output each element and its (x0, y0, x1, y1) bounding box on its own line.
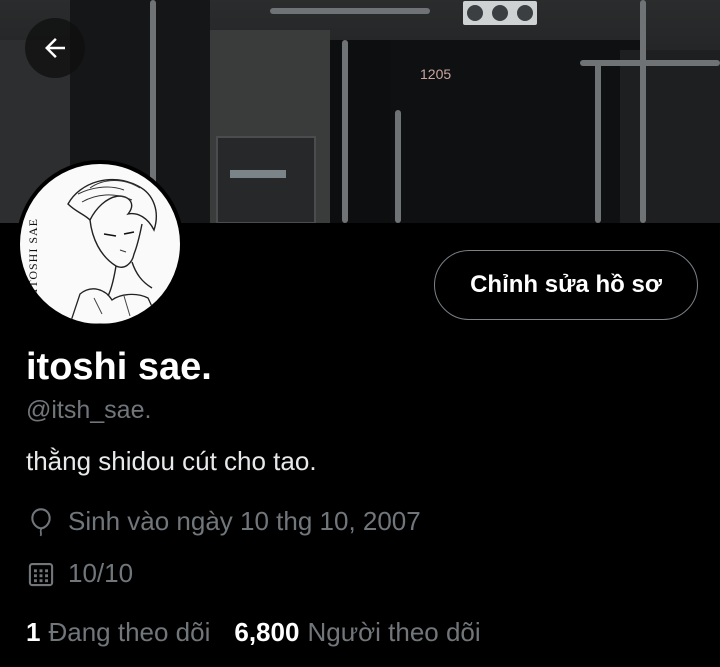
avatar[interactable]: ITOSHI SAE (16, 160, 184, 328)
avatar-signature: ITOSHI SAE (26, 218, 40, 293)
followers-count: 6,800 (234, 617, 300, 647)
balloon-icon (26, 507, 56, 537)
transit-poster (216, 136, 316, 223)
transit-signs (463, 1, 537, 25)
calendar-icon (26, 559, 56, 589)
followers-link[interactable]: 6,800 Người theo dõi (234, 617, 480, 648)
avatar-image: ITOSHI SAE (20, 164, 180, 324)
bio: thằng shidou cút cho tao. (26, 446, 317, 476)
user-handle: @itsh_sae. (26, 396, 152, 424)
edit-profile-button[interactable]: Chỉnh sửa hồ sơ (434, 250, 698, 320)
arrow-left-icon (45, 38, 65, 58)
bus-number: 1205 (420, 66, 452, 82)
back-button[interactable] (25, 18, 85, 78)
display-name: itoshi sae. (26, 346, 212, 388)
follow-stats: 1 Đang theo dõi 6,800 Người theo dõi (26, 617, 481, 648)
joined-text: 10/10 (68, 558, 134, 588)
following-label: Đang theo dõi (48, 617, 211, 647)
followers-label: Người theo dõi (307, 617, 481, 647)
birthday-row: Sinh vào ngày 10 thg 10, 2007 (26, 506, 421, 537)
avatar-sketch (67, 178, 161, 324)
birthday-text: Sinh vào ngày 10 thg 10, 2007 (68, 506, 421, 536)
joined-row: 10/10 (26, 558, 133, 589)
following-count: 1 (26, 617, 41, 647)
following-link[interactable]: 1 Đang theo dõi (26, 617, 210, 648)
